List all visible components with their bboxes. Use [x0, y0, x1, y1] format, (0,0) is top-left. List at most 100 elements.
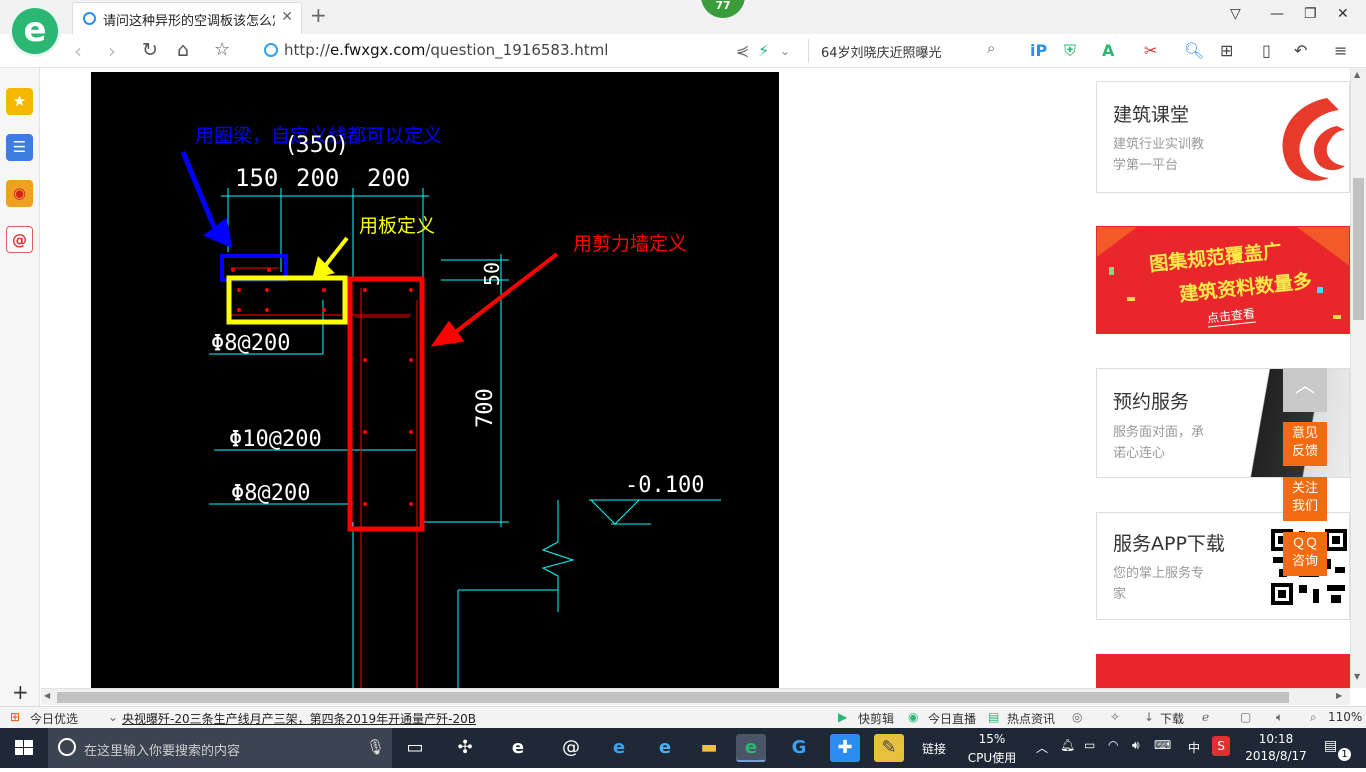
reading-mode-icon[interactable]: ▯	[1262, 41, 1271, 60]
volume-icon[interactable]: 🔈︎	[1276, 710, 1283, 725]
keyboard-icon[interactable]: ⌨	[1154, 738, 1171, 752]
today-pick-label[interactable]: 今日优选	[30, 710, 78, 727]
battery-icon[interactable]: ▭	[1084, 738, 1095, 752]
browser-logo-icon[interactable]: e	[12, 8, 58, 54]
tray-expand-icon[interactable]: ︿	[1036, 739, 1048, 756]
clock-time[interactable]: 10:18	[1240, 732, 1312, 746]
notification-badge[interactable]: 77	[701, 0, 745, 18]
scroll-up-arrow-icon[interactable]: ▲	[1354, 70, 1360, 79]
file-explorer-icon[interactable]: ▬	[694, 734, 724, 762]
favorite-star-button[interactable]: ☆	[214, 39, 230, 60]
undo-icon[interactable]: ↶	[1294, 41, 1307, 60]
vertical-scroll-thumb[interactable]	[1353, 178, 1364, 320]
chevron-down-icon[interactable]: ⌄	[108, 710, 118, 724]
link-label[interactable]: 链接	[922, 740, 946, 757]
mail-icon[interactable]: @	[6, 226, 33, 253]
gift-icon[interactable]: ⊞	[10, 710, 20, 724]
favorites-star-icon[interactable]: ★	[6, 88, 33, 115]
speed-icon[interactable]: ◎	[1072, 710, 1082, 724]
sogou-ime-icon[interactable]: S	[1212, 736, 1230, 756]
feedback-button[interactable]: 意见反馈	[1283, 422, 1327, 466]
refresh-button[interactable]: ↻	[142, 39, 158, 61]
restore-button[interactable]: ❐	[1304, 6, 1317, 22]
plus-app-icon[interactable]: ✚	[830, 734, 860, 762]
speaker-icon[interactable]: 🔊︎	[1132, 738, 1140, 753]
speed-mode-icon[interactable]: ⚡	[758, 41, 769, 60]
edge-icon[interactable]: e	[604, 734, 634, 762]
task-view-icon[interactable]: ▭	[400, 734, 430, 762]
live-icon[interactable]: ◉	[908, 710, 918, 724]
ie-app-icon[interactable]: e	[503, 734, 533, 762]
g-app-icon[interactable]: G	[784, 734, 814, 762]
magnifier-icon[interactable]: 🔍︎	[1184, 41, 1204, 60]
quick-cut-label[interactable]: 快剪辑	[858, 710, 894, 727]
download-icon[interactable]: ↓	[1144, 710, 1154, 724]
microphone-icon[interactable]: 🎙︎	[366, 738, 385, 756]
scroll-left-arrow-icon[interactable]: ◀	[44, 691, 50, 700]
shield-icon[interactable]: ⛨	[1064, 41, 1076, 61]
today-live-label[interactable]: 今日直播	[928, 710, 976, 727]
reading-list-icon[interactable]: ☰	[6, 134, 33, 161]
news-ticker-link[interactable]: 央视曝歼-20三条生产线月产三架，第四条2019年开通量产歼-20B	[122, 710, 476, 727]
tab-close-icon[interactable]: ✕	[281, 9, 293, 25]
chevron-down-icon[interactable]: ⌄	[780, 44, 790, 58]
new-tab-button[interactable]: +	[310, 3, 327, 27]
window-icon[interactable]: ▢	[1240, 710, 1251, 724]
url-prefix: http://	[284, 41, 330, 59]
follow-us-button[interactable]: 关注我们	[1283, 477, 1327, 521]
taskbar-search-box[interactable]: 在这里输入你要搜索的内容 🎙︎	[48, 728, 392, 768]
spiral-app-icon[interactable]: @	[556, 734, 586, 762]
minimize-button[interactable]: —	[1270, 6, 1284, 22]
zoom-level[interactable]: 110%	[1328, 710, 1362, 724]
clean-icon[interactable]: ✧	[1110, 710, 1120, 724]
home-button[interactable]: ⌂	[177, 39, 189, 61]
apps-grid-icon[interactable]: ⊞	[1220, 41, 1233, 60]
share-icon[interactable]: ⋞	[736, 41, 749, 60]
start-button[interactable]	[0, 728, 48, 768]
browser-taskbar-icon[interactable]: e	[736, 734, 766, 762]
hot-news-label[interactable]: 热点资讯	[1007, 710, 1055, 727]
weibo-icon[interactable]: ◉	[6, 180, 33, 207]
translate-icon[interactable]: A	[1102, 41, 1114, 60]
scroll-down-arrow-icon[interactable]: ▼	[1354, 672, 1360, 681]
bell-icon[interactable]: 🔔︎	[1060, 738, 1075, 752]
horizontal-scrollbar[interactable]: ◀ ▶	[41, 688, 1350, 705]
ad-banner-bottom[interactable]	[1096, 654, 1350, 688]
action-center-icon[interactable]: ▤	[1324, 738, 1337, 754]
vertical-scrollbar[interactable]: ▲ ▼	[1350, 68, 1366, 688]
clock-date[interactable]: 2018/8/17	[1240, 749, 1312, 763]
internet-explorer-icon[interactable]: e	[650, 734, 680, 762]
wifi-icon[interactable]: ◠	[1108, 738, 1118, 752]
window-close-button[interactable]: ✕	[1337, 6, 1349, 22]
ad-banner-standards[interactable]: 图集规范覆盖广 建筑资料数量多 点击查看	[1096, 226, 1350, 334]
rebar-label-3: Φ8@200	[231, 481, 310, 506]
search-box[interactable]: 64岁刘晓庆近照曝光 ⌕	[808, 39, 1008, 63]
card-desc-line2: 家	[1113, 587, 1127, 602]
url-input[interactable]: http://e.fwxgx.com/question_1916583.html	[284, 41, 608, 59]
add-sidebar-item-button[interactable]: +	[12, 680, 29, 704]
horizontal-scroll-thumb[interactable]	[57, 692, 1289, 703]
menu-icon[interactable]: ≡	[1334, 41, 1347, 60]
back-button[interactable]: ‹	[74, 39, 82, 63]
ime-indicator[interactable]: 中	[1188, 739, 1200, 756]
zoom-icon[interactable]: ⌕	[1310, 710, 1317, 725]
download-label[interactable]: 下载	[1160, 710, 1184, 727]
fan-app-icon[interactable]: ✣	[450, 734, 480, 762]
search-icon[interactable]: ⌕	[987, 39, 995, 57]
browser-tab[interactable]: 请问这种异形的空调板该怎么定义 ✕	[72, 2, 302, 34]
taskbar-search-placeholder: 在这里输入你要搜索的内容	[84, 744, 241, 759]
site-security-icon[interactable]	[264, 43, 278, 57]
notes-app-icon[interactable]: ✎	[874, 734, 904, 762]
skin-icon[interactable]: ▽	[1230, 6, 1241, 22]
forward-button[interactable]: ›	[108, 39, 116, 63]
quick-cut-icon[interactable]: ▶	[838, 710, 847, 724]
ip-extension-icon[interactable]: iP	[1030, 41, 1047, 60]
card-architecture-class[interactable]: 建筑课堂 建筑行业实训教 学第一平台	[1096, 81, 1350, 193]
scissors-icon[interactable]: ✂	[1144, 41, 1157, 60]
ie-mode-icon[interactable]: ℯ	[1202, 710, 1209, 724]
news-icon[interactable]: ▤	[988, 710, 999, 724]
browser-tab-strip: 请问这种异形的空调板该怎么定义 ✕ + 77 ▽ — ❐ ✕	[0, 0, 1366, 34]
scroll-right-arrow-icon[interactable]: ▶	[1336, 691, 1342, 700]
qq-consult-button[interactable]: ＱＱ咨询	[1283, 532, 1327, 576]
back-to-top-button[interactable]: ︿	[1283, 368, 1327, 412]
